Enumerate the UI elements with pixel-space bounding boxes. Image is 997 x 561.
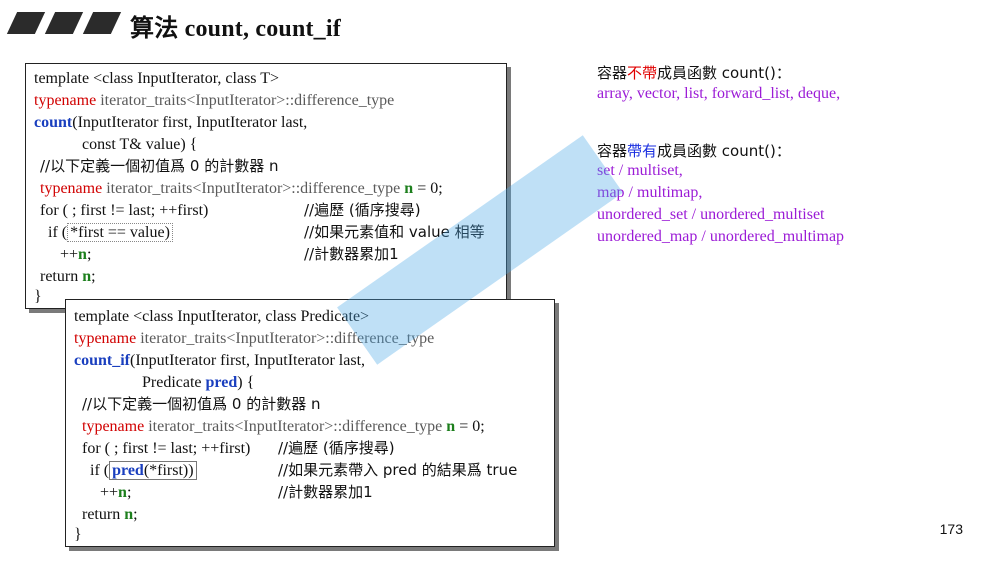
note-with-count-item: set / multiset, bbox=[597, 162, 683, 179]
count-code-box: template <class InputIterator, class T> … bbox=[25, 63, 507, 309]
code-line: template <class InputIterator, class T> bbox=[34, 70, 280, 87]
code-line: const T& value) { bbox=[82, 136, 198, 153]
code-line: typename iterator_traits<InputIterator>:… bbox=[74, 330, 435, 347]
count-if-code-box: template <class InputIterator, class Pre… bbox=[65, 299, 555, 547]
note-with-count-item: unordered_set / unordered_multiset bbox=[597, 206, 825, 223]
code-line: if (pred(*first)) bbox=[90, 460, 197, 481]
code-line: typename iterator_traits<InputIterator>:… bbox=[40, 180, 443, 197]
code-line: typename iterator_traits<InputIterator>:… bbox=[82, 418, 485, 435]
code-comment: //計數器累加1 bbox=[304, 245, 399, 263]
code-line: for ( ; first != last; ++first) bbox=[82, 440, 251, 457]
highlight-box: pred(*first)) bbox=[109, 461, 197, 480]
code-line: template <class InputIterator, class Pre… bbox=[74, 308, 370, 325]
page-number: 173 bbox=[939, 521, 963, 537]
code-line: Predicate pred) { bbox=[142, 374, 255, 391]
note-without-count: 容器不帶成員函數 count()： bbox=[597, 64, 791, 82]
code-line: count_if(InputIterator first, InputItera… bbox=[74, 352, 366, 369]
code-line: } bbox=[74, 526, 82, 543]
code-comment: //遍歷 (循序搜尋) bbox=[304, 201, 421, 219]
header-bar bbox=[44, 12, 84, 34]
slide-title: 算法 count, count_if bbox=[130, 16, 341, 42]
code-comment: //如果元素值和 value 相等 bbox=[304, 223, 485, 241]
code-line: for ( ; first != last; ++first) bbox=[40, 202, 209, 219]
code-line: typename iterator_traits<InputIterator>:… bbox=[34, 92, 395, 109]
note-without-count-list: array, vector, list, forward_list, deque… bbox=[597, 85, 841, 102]
header-bar bbox=[6, 12, 46, 34]
note-with-count-item: unordered_map / unordered_multimap bbox=[597, 228, 845, 245]
code-line: return n; bbox=[40, 268, 96, 285]
code-comment: //以下定義一個初值爲 0 的計數器 n bbox=[40, 157, 279, 175]
highlight-box: *first == value) bbox=[67, 223, 173, 242]
code-comment: //計數器累加1 bbox=[278, 483, 373, 501]
code-line: ++n; bbox=[100, 484, 132, 501]
code-line: count(InputIterator first, InputIterator… bbox=[34, 114, 308, 131]
code-comment: //遍歷 (循序搜尋) bbox=[278, 439, 395, 457]
note-with-count-item: map / multimap, bbox=[597, 184, 703, 201]
code-line: } bbox=[34, 288, 42, 305]
note-with-count: 容器帶有成員函數 count()： bbox=[597, 142, 791, 160]
code-line: if (*first == value) bbox=[48, 222, 173, 243]
header-bar bbox=[82, 12, 122, 34]
code-comment: //以下定義一個初值爲 0 的計數器 n bbox=[82, 395, 321, 413]
code-comment: //如果元素帶入 pred 的結果爲 true bbox=[278, 461, 518, 479]
code-line: return n; bbox=[82, 506, 138, 523]
code-line: ++n; bbox=[60, 246, 92, 263]
